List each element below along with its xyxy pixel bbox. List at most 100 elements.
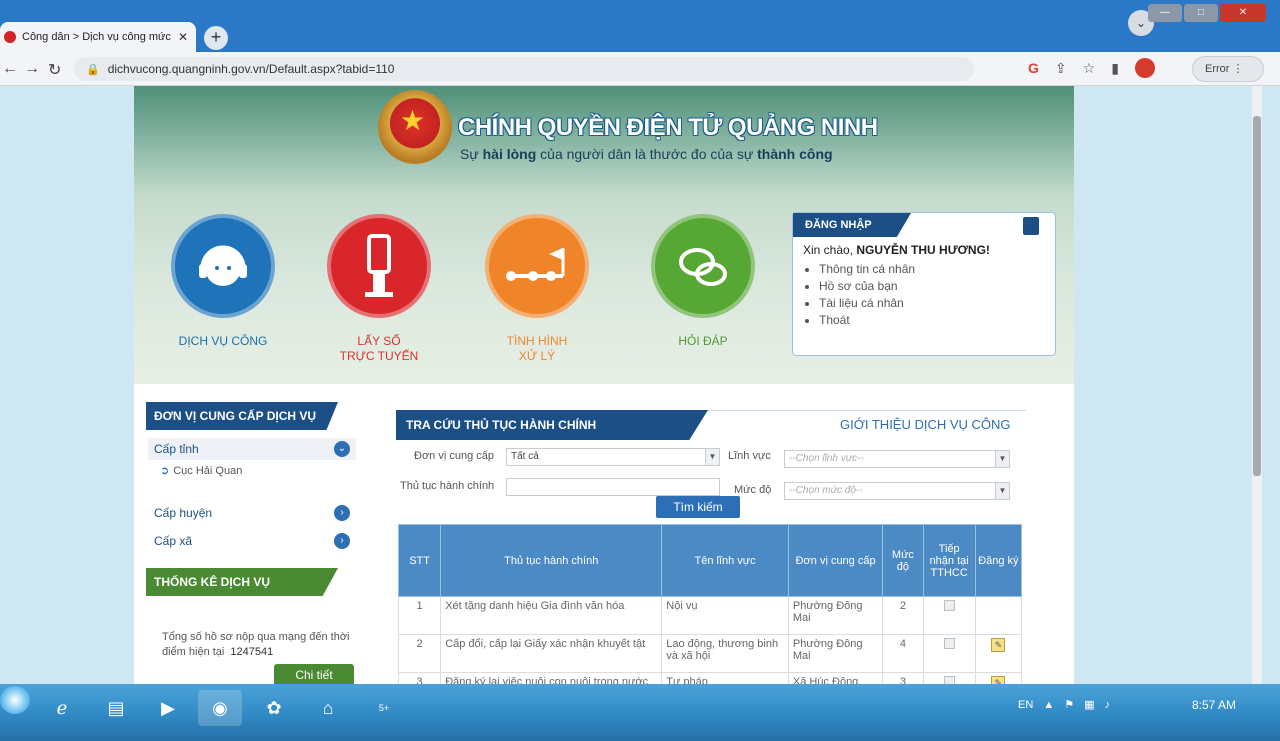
cell-procedure[interactable]: Đăng ký lại việc nuôi con nuôi trong nướ…: [440, 672, 663, 684]
link-profile[interactable]: Thông tin cá nhân: [819, 261, 915, 278]
search-button[interactable]: Tìm kiếm: [656, 496, 740, 518]
file-explorer-icon[interactable]: ▤: [94, 690, 138, 726]
back-icon[interactable]: ←: [2, 60, 18, 78]
cell-stt: 3: [397, 672, 442, 684]
house-app-icon[interactable]: ⌂: [306, 690, 350, 726]
forward-icon[interactable]: →: [24, 60, 40, 78]
cell-reception: [922, 634, 976, 673]
error-button[interactable]: Error ⋮: [1192, 56, 1264, 82]
progress-route-icon: [485, 214, 589, 318]
table-header-row: STT Thủ tục hành chính Tên lĩnh vực Đơn …: [397, 524, 1023, 597]
windows-start-icon[interactable]: [0, 686, 30, 714]
account-links: Thông tin cá nhân Hồ sơ của bạn Tài liệu…: [819, 261, 915, 329]
stats-detail-button[interactable]: Chi tiết: [274, 664, 354, 684]
stats-header: THỐNG KÊ DỊCH VỤ: [146, 568, 338, 596]
tray-arrow-icon[interactable]: ▲: [1043, 699, 1054, 711]
url-text: dichvucong.quangninh.gov.vn/Default.aspx…: [107, 62, 395, 76]
link-logout[interactable]: Thoát: [819, 312, 915, 329]
cell-stt: 2: [397, 634, 442, 673]
sidebar-item-district[interactable]: Cấp huyện ›: [148, 502, 356, 524]
col-level: Mức độ: [882, 524, 924, 597]
chevron-down-icon: ⌄: [334, 441, 350, 457]
close-window-button[interactable]: ✕: [1220, 4, 1266, 22]
cell-register: [974, 596, 1023, 635]
site-banner: ★ CHÍNH QUYỀN ĐIỆN TỬ QUẢNG NINH Sự hài …: [134, 86, 1074, 194]
headset-icon: [171, 214, 275, 318]
service-label: LẤY SỐ TRỰC TUYẾN: [339, 334, 419, 363]
tab-close-icon[interactable]: ✕: [178, 30, 188, 44]
procedure-input[interactable]: [506, 478, 720, 496]
cell-reception: [922, 672, 976, 684]
col-field: Tên lĩnh vực: [661, 524, 789, 597]
logout-icon[interactable]: [1023, 217, 1039, 235]
cell-procedure[interactable]: Xét tặng danh hiệu Gia đình văn hóa: [440, 596, 663, 635]
service-public-services[interactable]: DỊCH VỤ CÔNG: [168, 214, 278, 349]
service-label: HỎI ĐÁP: [678, 334, 728, 348]
intro-public-service-link[interactable]: GIỚI THIỆU DỊCH VỤ CÔNG: [840, 417, 1011, 432]
reload-icon[interactable]: ↻: [48, 60, 61, 80]
cell-register: ✎: [974, 634, 1023, 673]
col-reception: Tiếp nhận tại TTHCC: [922, 524, 976, 597]
screen: Công dân > Dịch vụ công mức đ ✕ + ⌄ — □ …: [0, 0, 1280, 741]
dropdown-arrow-icon: ▼: [995, 483, 1009, 499]
address-bar[interactable]: 🔒 dichvucong.quangninh.gov.vn/Default.as…: [74, 57, 974, 81]
new-tab-button[interactable]: +: [204, 26, 228, 50]
site-title: CHÍNH QUYỀN ĐIỆN TỬ QUẢNG NINH: [458, 114, 878, 141]
cell-procedure[interactable]: Cấp đổi, cấp lại Giấy xác nhận khuyết tậ…: [440, 634, 663, 673]
register-edit-icon[interactable]: ✎: [991, 638, 1006, 652]
clock[interactable]: 8:57 AM: [1192, 698, 1236, 712]
service-processing-status[interactable]: TÌNH HÌNH XỬ LÝ: [482, 214, 592, 364]
sidebar-item-province[interactable]: Cấp tỉnh ⌄: [148, 438, 356, 460]
google-icon[interactable]: G: [1028, 60, 1039, 76]
procedures-table: STT Thủ tục hành chính Tên lĩnh vực Đơn …: [397, 524, 1023, 684]
procedure-label: Thủ tục hành chính: [400, 480, 495, 492]
reception-checkbox: [943, 638, 955, 649]
page-scrollbar[interactable]: [1252, 86, 1262, 722]
bookmark-star-icon[interactable]: ☆: [1083, 60, 1096, 77]
service-qa[interactable]: HỎI ĐÁP: [648, 214, 758, 349]
stats-text: Tổng số hồ sơ nộp qua mạng đến thời điểm…: [162, 631, 350, 658]
table-row: 3 Đăng ký lại việc nuôi con nuôi trong n…: [397, 672, 1023, 684]
browser-tab[interactable]: Công dân > Dịch vụ công mức đ ✕: [0, 22, 196, 52]
field-select[interactable]: --Chọn lĩnh vực-- ▼: [784, 450, 1010, 468]
level-label: Mức độ: [734, 484, 772, 496]
sidebar-item-commune[interactable]: Cấp xã ›: [148, 530, 356, 552]
col-procedure: Thủ tục hành chính: [440, 524, 663, 597]
cell-field: Lao động, thương binh và xã hội: [661, 634, 789, 673]
provider-select[interactable]: Tất cả ▼: [506, 448, 720, 466]
language-indicator[interactable]: EN: [1018, 699, 1033, 711]
link-my-records[interactable]: Hồ sơ của bạn: [819, 278, 915, 295]
cell-register: ✎: [974, 672, 1023, 684]
cell-unit: Phường Đông Mai: [787, 596, 884, 635]
register-edit-icon[interactable]: ✎: [991, 676, 1006, 684]
dropdown-arrow-icon: ▼: [995, 451, 1009, 467]
green-app-icon[interactable]: ✿: [252, 690, 296, 726]
profile-avatar[interactable]: [1134, 58, 1155, 78]
link-personal-documents[interactable]: Tài liệu cá nhân: [819, 295, 915, 312]
minimize-button[interactable]: —: [1148, 4, 1182, 22]
site-container: ★ CHÍNH QUYỀN ĐIỆN TỬ QUẢNG NINH Sự hài …: [134, 86, 1074, 684]
share-icon[interactable]: ⇪: [1055, 60, 1067, 77]
national-emblem-icon: ★: [378, 90, 452, 164]
media-player-icon[interactable]: ▶: [146, 690, 190, 726]
sidebar-subitem-customs[interactable]: ➲ Cục Hải Quan: [160, 464, 242, 477]
cell-level: 2: [882, 596, 924, 635]
scrollbar-thumb[interactable]: [1253, 116, 1261, 476]
reception-checkbox: [943, 676, 955, 684]
providers-header: ĐƠN VỊ CUNG CẤP DỊCH VỤ: [146, 402, 338, 430]
side-panel-icon[interactable]: ▮: [1111, 60, 1119, 77]
maximize-button[interactable]: □: [1184, 4, 1218, 22]
level-select[interactable]: --Chọn mức độ-- ▼: [784, 482, 1010, 500]
col-unit: Đơn vị cung cấp: [787, 524, 884, 597]
internet-explorer-icon[interactable]: ℯ: [40, 690, 84, 726]
chrome-icon[interactable]: ◉: [198, 690, 242, 726]
flag-icon[interactable]: ⚑: [1064, 698, 1074, 711]
lock-icon: 🔒: [86, 63, 100, 76]
network-icon[interactable]: ▦: [1084, 698, 1094, 711]
service-online-queue[interactable]: LẤY SỐ TRỰC TUYẾN: [324, 214, 434, 364]
cell-field: Nội vụ: [661, 596, 789, 635]
volume-icon[interactable]: ♪: [1105, 699, 1111, 711]
system-tray: EN ▲ ⚑ ▦ ♪: [1018, 698, 1111, 712]
cell-unit: Xã Húc Động: [787, 672, 884, 684]
zalo-icon[interactable]: 5+: [362, 690, 406, 726]
